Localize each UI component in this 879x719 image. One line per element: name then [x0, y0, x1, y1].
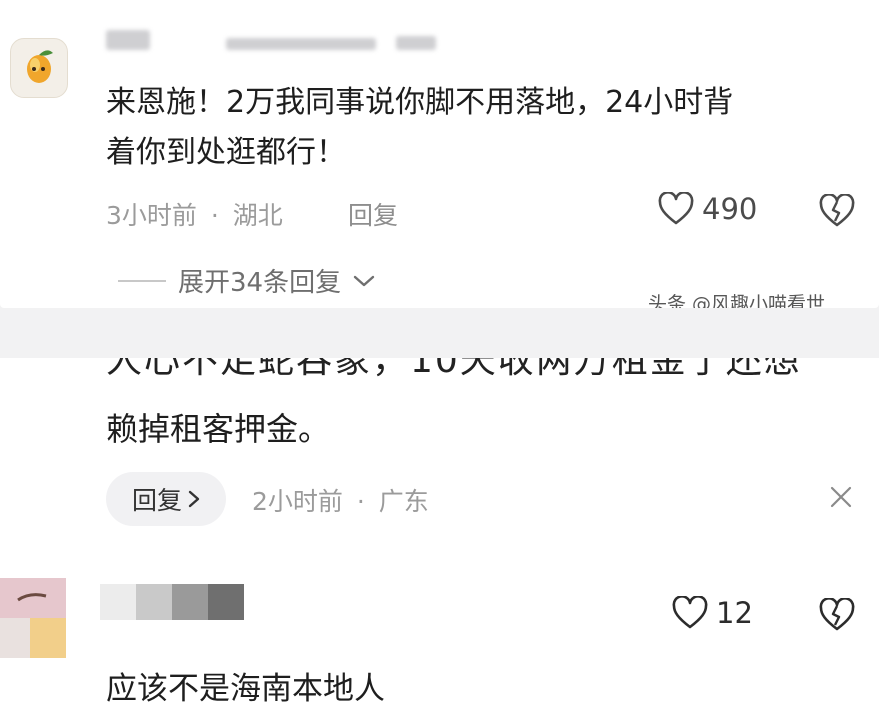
like-count: 12: [716, 596, 753, 630]
blurred-username: [100, 584, 244, 620]
blurred-username: [106, 22, 446, 54]
heart-icon: [658, 192, 694, 225]
comment-text: 应该不是海南本地人: [106, 671, 385, 707]
mango-avatar-icon: [27, 50, 53, 83]
like-button[interactable]: 12: [672, 596, 753, 630]
watermark-text: 头条 @风趣小喵看世: [648, 293, 826, 308]
reply-button[interactable]: 回复: [106, 472, 226, 526]
comment-location: 湖北: [232, 201, 283, 230]
heart-icon: [672, 596, 708, 629]
reply-chip-label: 回复: [131, 486, 182, 515]
broken-heart-icon: [819, 193, 855, 227]
chevron-down-icon: [353, 275, 375, 286]
comment-card-1: 来恩施！2万我同事说你脚不用落地，24小时背 着你到处逛都行！ 3小时前 · 湖…: [0, 0, 879, 308]
dislike-button[interactable]: [818, 597, 856, 636]
chevron-right-icon: [188, 490, 200, 508]
close-button[interactable]: [826, 482, 856, 516]
comment-text-line: 着你到处逛都行！: [106, 135, 346, 170]
expand-replies-label: 展开34条回复: [178, 268, 342, 298]
comment-meta: 3小时前 · 湖北: [106, 196, 283, 232]
comment-text-line: 来恩施！2万我同事说你脚不用落地，24小时背: [106, 85, 734, 120]
user-avatar[interactable]: [0, 578, 66, 658]
expand-replies-button[interactable]: 展开34条回复: [118, 262, 375, 299]
like-count: 490: [702, 192, 758, 226]
comment-text-line: 赖掉租客押金。: [106, 410, 331, 448]
comment-text-line-clipped: 人心不足蛇吞象，10天收两万租金了还想: [106, 358, 802, 381]
comment-time: 3小时前: [106, 201, 197, 230]
like-button[interactable]: 490: [658, 192, 757, 226]
user-avatar[interactable]: [10, 38, 68, 98]
meta-separator: ·: [210, 201, 219, 230]
reply-button[interactable]: 回复: [348, 196, 398, 232]
mosaic-avatar-icon: [0, 578, 66, 658]
comment-location: 广东: [378, 487, 429, 516]
meta-separator: ·: [356, 487, 365, 516]
close-icon: [830, 486, 852, 508]
comment-meta: 2小时前 · 广东: [252, 482, 429, 518]
dislike-button[interactable]: [818, 193, 856, 232]
comment-time: 2小时前: [252, 487, 343, 516]
broken-heart-icon: [819, 597, 855, 631]
divider-dash: [118, 279, 166, 282]
